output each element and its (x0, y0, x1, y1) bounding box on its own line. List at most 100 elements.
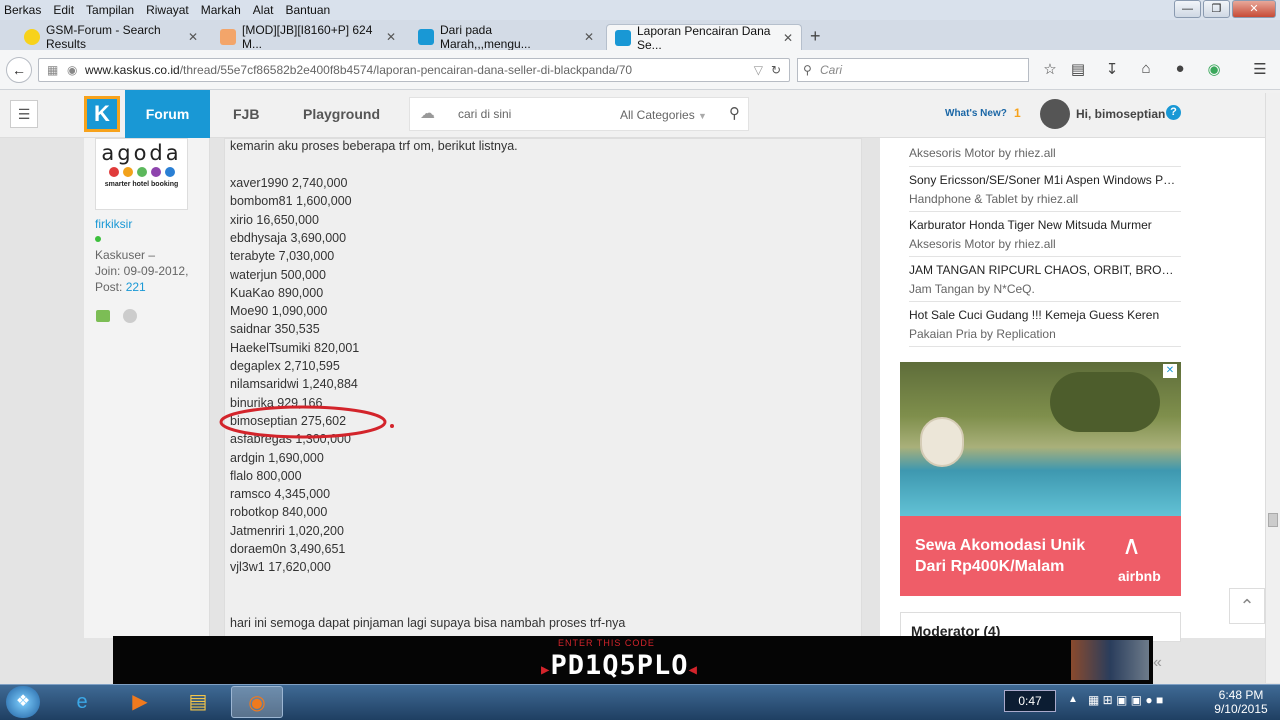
bottom-ad-banner[interactable]: ENTER THIS CODE ▶PD1Q5PLO◀ (113, 636, 1153, 684)
firefox-icon[interactable]: ◉ (231, 686, 283, 718)
agoda-ad[interactable]: agoda smarter hotel booking (95, 138, 188, 210)
url-path: /thread/55e7cf86582b2e400f8b4574/laporan… (179, 63, 633, 77)
agoda-dots (96, 167, 187, 177)
airbnb-ad-banner[interactable]: Sewa Akomodasi Unik Dari Rp400K/Malam ∧ … (900, 516, 1181, 596)
avatar[interactable] (1040, 99, 1070, 129)
ad-info-icon[interactable]: ✕ (1163, 364, 1177, 378)
close-tab-icon[interactable]: ✕ (188, 30, 198, 44)
fjb-item-title[interactable]: Karburator Honda Tiger New Mitsuda Murme… (909, 218, 1179, 232)
search-placeholder: Cari (820, 63, 843, 77)
collapse-ad-icon[interactable]: « (1153, 654, 1162, 672)
close-window-button[interactable]: ✕ (1232, 0, 1276, 18)
tab-label: [MOD][JB][I8160+P] 624 M... (242, 23, 373, 51)
close-tab-icon[interactable]: ✕ (584, 30, 594, 44)
fjb-item[interactable]: Hot Sale Cuci Gudang !!! Kemeja Guess Ke… (909, 308, 1181, 347)
reading-list-icon[interactable]: ▤ (1068, 60, 1088, 80)
menu-alat[interactable]: Alat (253, 3, 274, 17)
transfer-line: flalo 800,000 (230, 468, 302, 483)
kaskus-icon (418, 29, 434, 45)
kaskus-logo[interactable]: K (84, 96, 120, 132)
addon-icon[interactable]: ◉ (1204, 60, 1224, 80)
reputation-icon[interactable] (96, 310, 110, 322)
search-icon: ⚲ (803, 63, 812, 77)
kaskus-icon (615, 29, 631, 46)
chat-icon[interactable]: ● (1170, 60, 1190, 80)
file-explorer-icon[interactable]: ▤ (172, 686, 224, 718)
tab-xda[interactable]: [MOD][JB][I8160+P] 624 M... ✕ (212, 23, 404, 51)
poster-username[interactable]: firkiksir (95, 217, 132, 231)
hamburger-menu-icon[interactable]: ☰ (1250, 60, 1270, 80)
tab-label: Dari pada Marah,,,mengu... (440, 23, 531, 51)
identity-icon[interactable]: ▦ (47, 59, 58, 81)
fjb-item[interactable]: Karburator Honda Tiger New Mitsuda Murme… (909, 218, 1181, 257)
airbnb-ad-photo[interactable]: ✕ (900, 362, 1181, 517)
tab-fjb[interactable]: FJB (233, 90, 259, 138)
close-tab-icon[interactable]: ✕ (386, 30, 396, 44)
timer-badge[interactable]: 0:47 (1004, 690, 1056, 712)
transfer-line: xirio 16,650,000 (230, 212, 319, 227)
fjb-item[interactable]: JAM TANGAN RIPCURL CHAOS, ORBIT, BRONG, … (909, 263, 1181, 302)
close-tab-icon[interactable]: ✕ (783, 31, 793, 45)
reload-icon[interactable]: ↻ (771, 59, 781, 81)
menu-berkas[interactable]: Berkas (4, 3, 41, 17)
scroll-to-top-button[interactable]: ⌃ (1229, 588, 1265, 624)
fjb-item[interactable]: Aksesoris Motor by rhiez.all (909, 138, 1181, 167)
fjb-item[interactable]: Sony Ericsson/SE/Soner M1i Aspen Windows… (909, 173, 1181, 212)
fjb-item-category: Pakaian Pria by Replication (909, 327, 1056, 341)
site-menu-icon[interactable]: ☰ (10, 100, 38, 128)
tab-playground[interactable]: Playground (303, 90, 380, 138)
tab-gsm-forum[interactable]: GSM-Forum - Search Results ✕ (16, 23, 206, 51)
transfer-line: vjl3w1 17,620,000 (230, 560, 331, 575)
bookmark-star-icon[interactable]: ☆ (1040, 60, 1060, 80)
maximize-button[interactable]: ❐ (1203, 0, 1230, 18)
category-label: All Categories (620, 108, 695, 122)
kaskus-search-input[interactable]: cari di sini (458, 98, 511, 130)
new-tab-button[interactable]: + (810, 26, 821, 47)
start-button[interactable]: ❖ (6, 686, 40, 718)
fjb-item-title[interactable]: Sony Ericsson/SE/Soner M1i Aspen Windows… (909, 173, 1179, 187)
home-icon[interactable]: ⌂ (1136, 60, 1156, 80)
airbnb-logo-icon: ∧ (1122, 530, 1142, 560)
transfer-line: saidnar 350,535 (230, 322, 320, 337)
media-player-icon[interactable]: ▶ (114, 686, 166, 718)
tray-network-icon[interactable]: ▦ ⊞ ▣ ▣ ● ■ (1088, 693, 1163, 707)
download-icon[interactable]: ↧ (1102, 60, 1122, 80)
back-button[interactable]: ← (6, 57, 32, 83)
tab-kaskus-marah[interactable]: Dari pada Marah,,,mengu... ✕ (410, 23, 602, 51)
clock[interactable]: 6:48 PM 9/10/2015 (1208, 688, 1274, 716)
post-intro: kemarin aku proses beberapa trf om, beri… (230, 139, 518, 153)
user-greeting[interactable]: Hi, bimoseptian (1076, 107, 1165, 121)
tray-arrow-icon[interactable]: ▲ (1068, 694, 1078, 705)
menu-markah[interactable]: Markah (201, 3, 241, 17)
help-icon[interactable]: ? (1166, 105, 1181, 120)
url-bar[interactable]: ▦ ◉ www.kaskus.co.id/thread/55e7cf86582b… (38, 58, 790, 82)
menu-riwayat[interactable]: Riwayat (146, 3, 189, 17)
notification-count[interactable]: 1 (1014, 106, 1021, 120)
whats-new-link[interactable]: What's New? (945, 108, 1007, 119)
menu-tampilan[interactable]: Tampilan (86, 3, 134, 17)
tab-forum[interactable]: Forum (125, 90, 210, 138)
minimize-button[interactable]: — (1174, 0, 1201, 18)
xda-icon (220, 29, 236, 45)
neutral-icon[interactable] (123, 309, 137, 323)
fjb-item-title[interactable]: Hot Sale Cuci Gudang !!! Kemeja Guess Ke… (909, 308, 1179, 322)
vertical-scrollbar[interactable] (1265, 93, 1280, 683)
ad-code: ▶PD1Q5PLO◀ (541, 650, 698, 681)
transfer-line: Jatmenriri 1,020,200 (230, 523, 344, 538)
dropdown-arrow-icon[interactable]: ▽ (754, 59, 763, 81)
post-label: Post: (95, 280, 123, 294)
post-count-value[interactable]: 221 (126, 280, 146, 294)
menu-edit[interactable]: Edit (53, 3, 74, 17)
ad-code-caption: ENTER THIS CODE (558, 638, 655, 648)
search-icon[interactable]: ⚲ (729, 98, 740, 130)
internet-explorer-icon[interactable]: e (56, 686, 108, 718)
agoda-wordmark: agoda (101, 141, 182, 165)
menu-bantuan[interactable]: Bantuan (285, 3, 330, 17)
fjb-item-title[interactable]: JAM TANGAN RIPCURL CHAOS, ORBIT, BRONG, … (909, 263, 1179, 277)
red-circle-annotation (219, 405, 394, 439)
category-select[interactable]: All Categories ▼ (620, 98, 707, 133)
browser-search-input[interactable]: ⚲ Cari (797, 58, 1029, 82)
transfer-line: nilamsaridwi 1,240,884 (230, 377, 358, 392)
tab-laporan-active[interactable]: Laporan Pencairan Dana Se... ✕ (606, 24, 802, 52)
scrollbar-thumb[interactable] (1268, 513, 1278, 527)
